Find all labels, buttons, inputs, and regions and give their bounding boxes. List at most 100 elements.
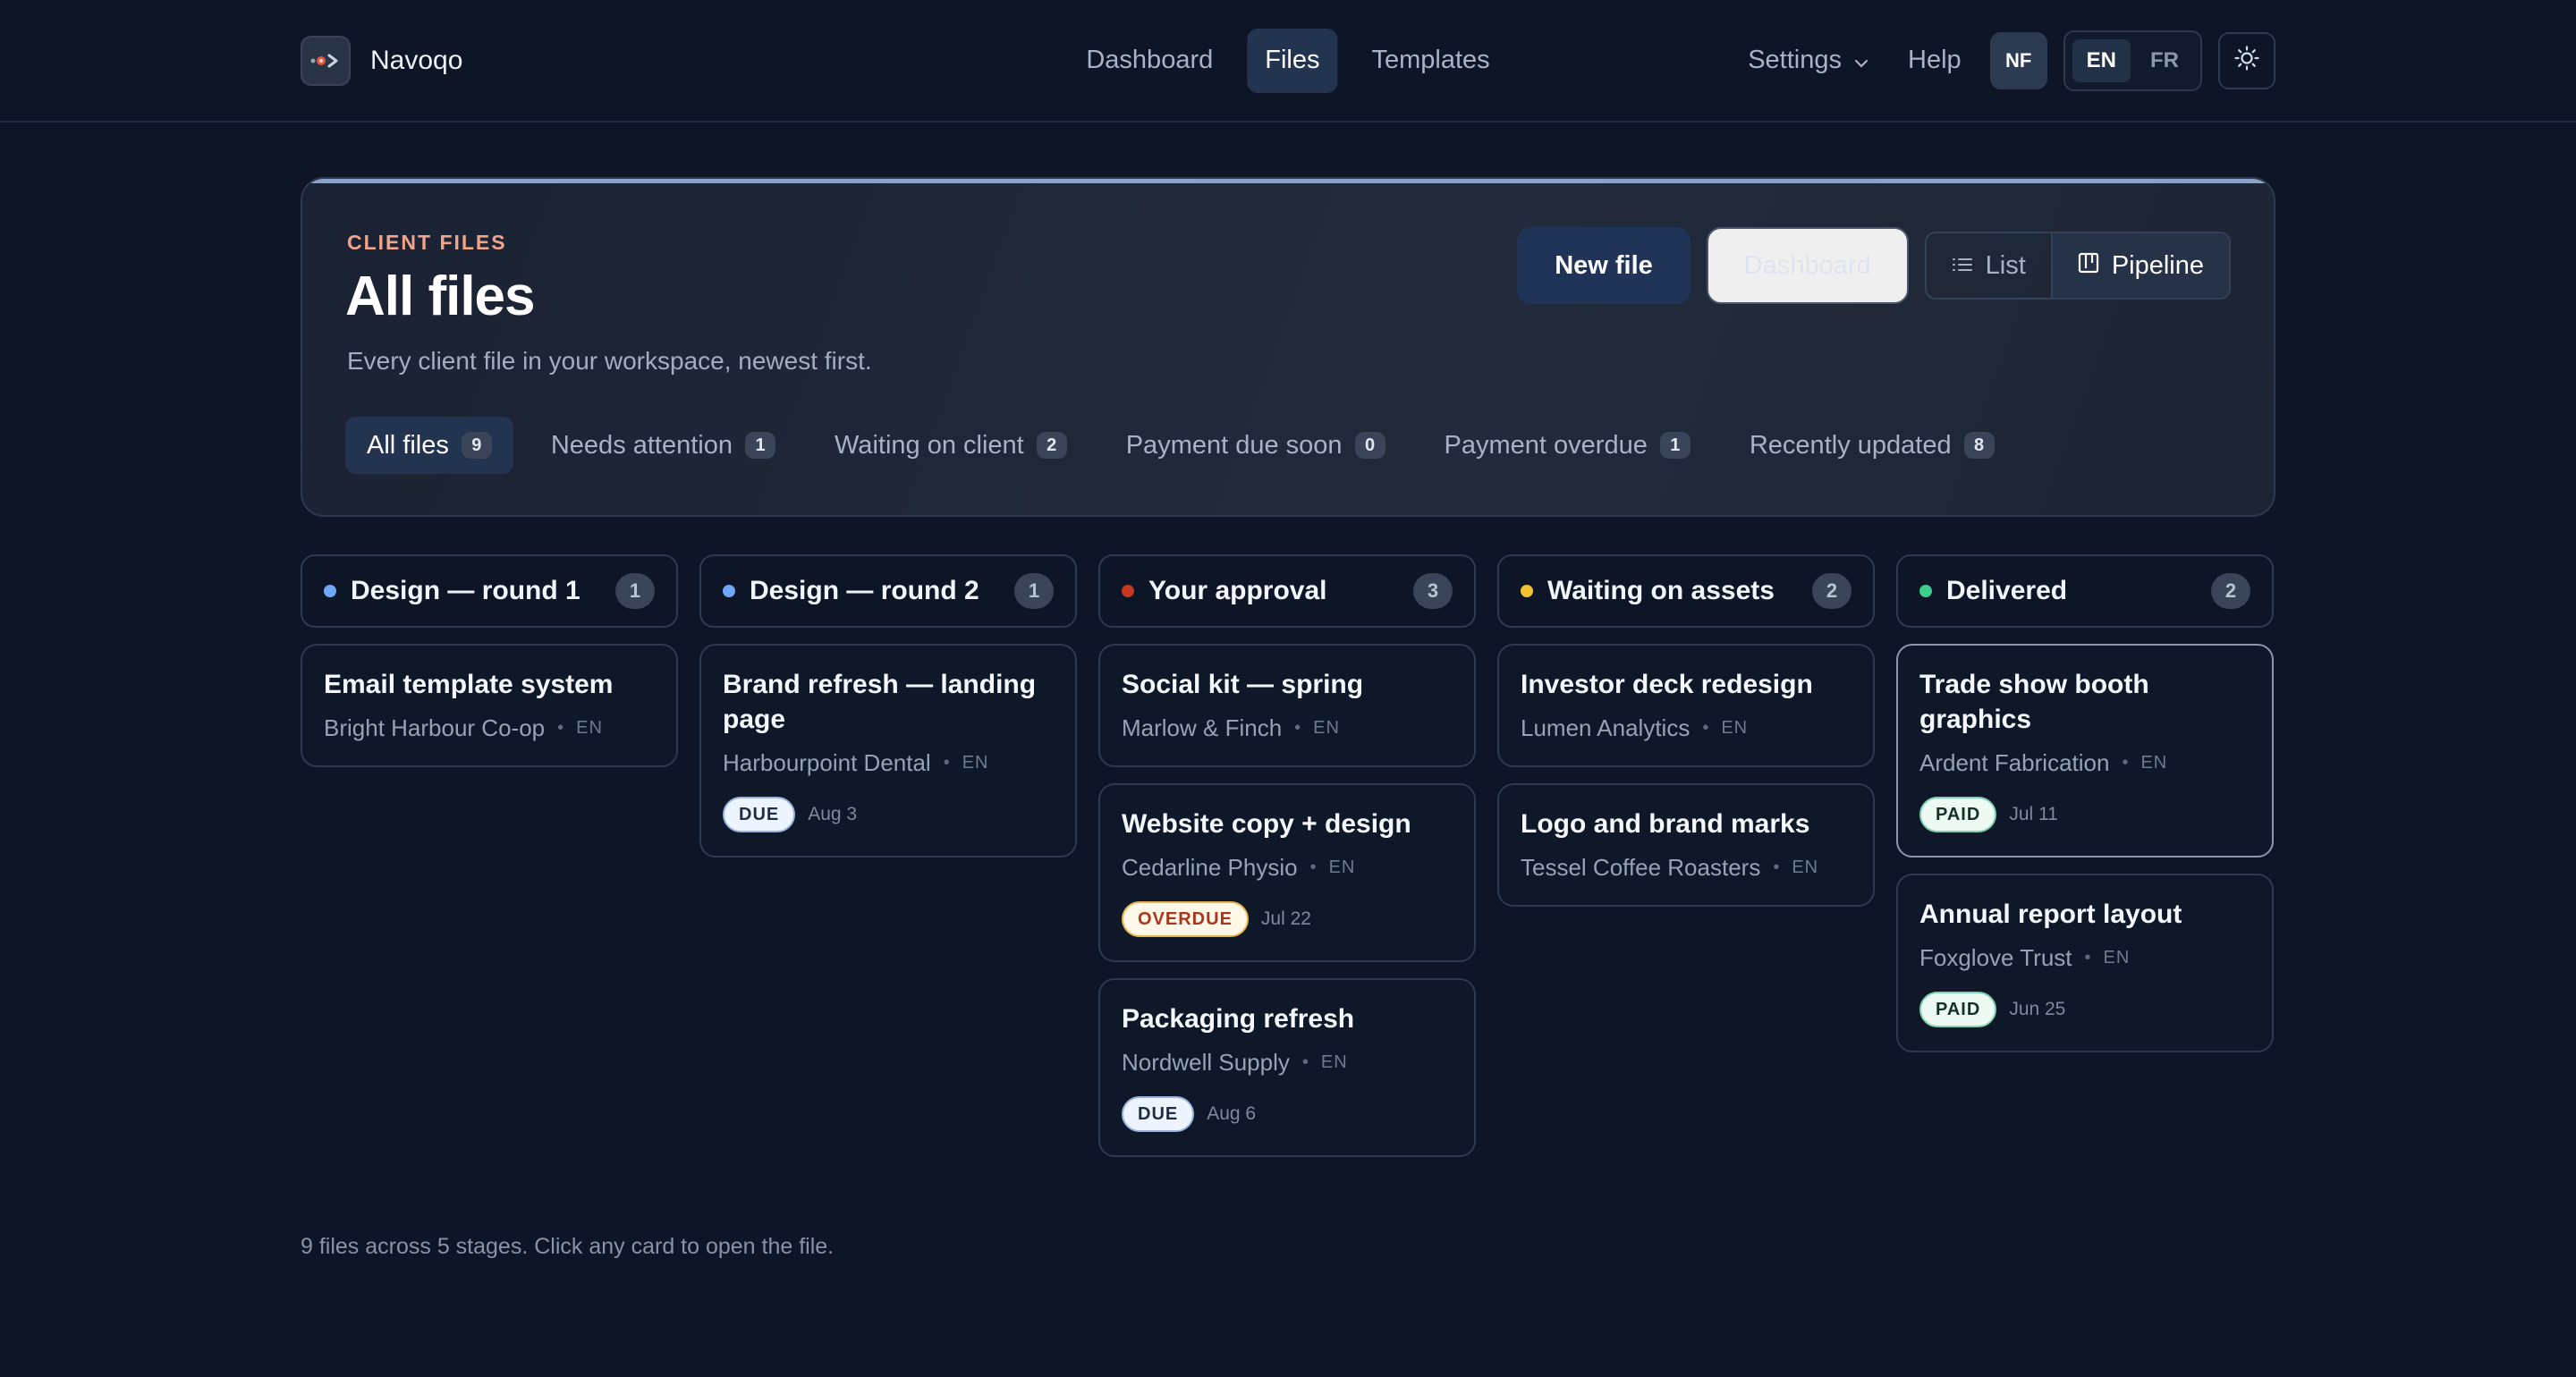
- language-tag: EN: [1721, 718, 1749, 738]
- filter-recently-updated[interactable]: Recently updated 8: [1728, 417, 2016, 474]
- client-name: Marlow & Finch: [1122, 714, 1283, 741]
- pipeline-icon: [2078, 251, 2099, 281]
- view-list-option[interactable]: List: [1927, 233, 2051, 298]
- file-meta: Foxglove Trust • EN: [1919, 944, 2250, 972]
- column-title: Design — round 2: [750, 576, 979, 605]
- payment-status: OVERDUE Jul 22: [1122, 901, 1453, 937]
- pipeline-column-design-round-2: Design — round 2 1 Brand refresh — landi…: [699, 554, 1077, 1157]
- stage-dot: [1919, 585, 1932, 597]
- separator: •: [1294, 718, 1301, 738]
- paid-date: Jul 11: [2009, 804, 2058, 824]
- stage-dot: [723, 585, 735, 597]
- column-header: Design — round 1 1: [301, 554, 678, 628]
- file-title: Packaging refresh: [1122, 1004, 1355, 1034]
- file-card[interactable]: Email template system Bright Harbour Co-…: [301, 644, 678, 767]
- status-badge: PAID: [1919, 797, 1997, 832]
- column-title: Design — round 1: [351, 576, 580, 605]
- view-pipeline-option[interactable]: Pipeline: [2050, 233, 2229, 298]
- filter-payment-overdue[interactable]: Payment overdue 1: [1423, 417, 1712, 474]
- payment-status: DUE Aug 6: [1122, 1096, 1453, 1132]
- file-meta: Tessel Coffee Roasters • EN: [1521, 854, 1852, 882]
- brand[interactable]: Navoqo: [301, 35, 463, 86]
- file-meta: Bright Harbour Co-op • EN: [324, 714, 655, 742]
- top-navigation: Navoqo Dashboard Files Templates Setting…: [0, 0, 2576, 122]
- nav-templates[interactable]: Templates: [1353, 29, 1507, 93]
- pipeline-column-delivered: Delivered 2 Trade show booth graphics Ar…: [1896, 554, 2274, 1157]
- new-file-button[interactable]: New file: [1517, 227, 1690, 304]
- file-meta: Harbourpoint Dental • EN: [723, 749, 1054, 777]
- file-title: Annual report layout: [1919, 900, 2182, 929]
- language-tag: EN: [962, 753, 989, 773]
- theme-toggle-button[interactable]: [2218, 31, 2275, 89]
- file-title: Logo and brand marks: [1521, 809, 1810, 839]
- file-card[interactable]: Packaging refresh Nordwell Supply • EN D…: [1098, 978, 1476, 1157]
- separator: •: [1773, 857, 1780, 877]
- nav-dashboard[interactable]: Dashboard: [1068, 29, 1231, 93]
- column-count: 2: [2211, 573, 2250, 609]
- file-card[interactable]: Website copy + design Cedarline Physio •…: [1098, 783, 1476, 962]
- client-name: Nordwell Supply: [1122, 1049, 1290, 1076]
- language-tag: EN: [2140, 753, 2168, 773]
- filter-count: 9: [461, 432, 492, 459]
- stage-dot: [1122, 585, 1134, 597]
- column-header: Waiting on assets 2: [1497, 554, 1875, 628]
- nav-files[interactable]: Files: [1247, 28, 1338, 93]
- dashboard-button[interactable]: Dashboard: [1706, 227, 1909, 304]
- filter-payment-due-soon[interactable]: Payment due soon 0: [1105, 417, 1407, 474]
- client-name: Bright Harbour Co-op: [324, 714, 546, 741]
- payment-status: PAID Jun 25: [1919, 992, 2250, 1027]
- file-card[interactable]: Investor deck redesign Lumen Analytics •…: [1497, 644, 1875, 767]
- view-list-label: List: [1985, 250, 2026, 280]
- column-count: 1: [1014, 573, 1054, 609]
- board-summary: 9 files across 5 stages. Click any card …: [301, 1234, 835, 1259]
- page-subtitle: Every client file in your workspace, new…: [347, 347, 872, 375]
- filter-label: Payment overdue: [1444, 430, 1648, 460]
- brand-name: Navoqo: [370, 45, 463, 75]
- file-title: Trade show booth graphics: [1919, 670, 2149, 734]
- column-header: Design — round 2 1: [699, 554, 1077, 628]
- language-tag: EN: [1792, 857, 1819, 877]
- separator: •: [2122, 753, 2129, 773]
- status-badge: PAID: [1919, 992, 1997, 1027]
- settings-menu[interactable]: Settings: [1737, 46, 1879, 75]
- stage-dot: [324, 585, 336, 597]
- column-title: Your approval: [1148, 576, 1327, 605]
- column-title: Delivered: [1946, 576, 2068, 605]
- file-card[interactable]: Brand refresh — landing page Harbourpoin…: [699, 644, 1077, 857]
- filter-waiting-on-client[interactable]: Waiting on client 2: [813, 417, 1089, 474]
- filter-count: 1: [745, 432, 776, 459]
- lang-fr[interactable]: FR: [2136, 39, 2193, 82]
- file-card[interactable]: Social kit — spring Marlow & Finch • EN: [1098, 644, 1476, 767]
- column-count: 1: [615, 573, 655, 609]
- client-name: Harbourpoint Dental: [723, 749, 931, 776]
- file-card[interactable]: Annual report layout Foxglove Trust • EN…: [1896, 874, 2274, 1052]
- file-meta: Marlow & Finch • EN: [1122, 714, 1453, 742]
- help-link[interactable]: Help: [1895, 46, 1974, 75]
- due-date: Aug 3: [808, 804, 858, 824]
- status-badge: DUE: [1122, 1096, 1195, 1132]
- due-date: Jul 22: [1260, 908, 1311, 929]
- app-root: Navoqo Dashboard Files Templates Setting…: [0, 0, 2576, 1377]
- section-eyebrow: CLIENT FILES: [347, 231, 507, 254]
- navoqo-logo-icon: [301, 35, 351, 86]
- status-badge: DUE: [723, 797, 796, 832]
- pipeline-column-your-approval: Your approval 3 Social kit — spring Marl…: [1098, 554, 1476, 1157]
- separator: •: [1301, 1052, 1309, 1072]
- file-title: Investor deck redesign: [1521, 670, 1813, 699]
- payment-status: PAID Jul 11: [1919, 797, 2250, 832]
- status-badge: OVERDUE: [1122, 901, 1249, 937]
- stage-dot: [1521, 585, 1533, 597]
- filter-label: Needs attention: [550, 430, 733, 460]
- filter-needs-attention[interactable]: Needs attention 1: [530, 417, 797, 474]
- column-title: Waiting on assets: [1547, 576, 1775, 605]
- filter-all-files[interactable]: All files 9: [345, 417, 513, 474]
- lang-en[interactable]: EN: [2072, 38, 2131, 82]
- filter-count: 2: [1036, 432, 1067, 459]
- pipeline-column-design-round-1: Design — round 1 1 Email template system…: [301, 554, 678, 1157]
- language-tag: EN: [1320, 1052, 1348, 1072]
- column-header: Your approval 3: [1098, 554, 1476, 628]
- filter-label: Payment due soon: [1125, 430, 1343, 460]
- avatar[interactable]: NF: [1989, 31, 2047, 89]
- file-card[interactable]: Logo and brand marks Tessel Coffee Roast…: [1497, 783, 1875, 907]
- file-card[interactable]: Trade show booth graphics Ardent Fabrica…: [1896, 644, 2274, 857]
